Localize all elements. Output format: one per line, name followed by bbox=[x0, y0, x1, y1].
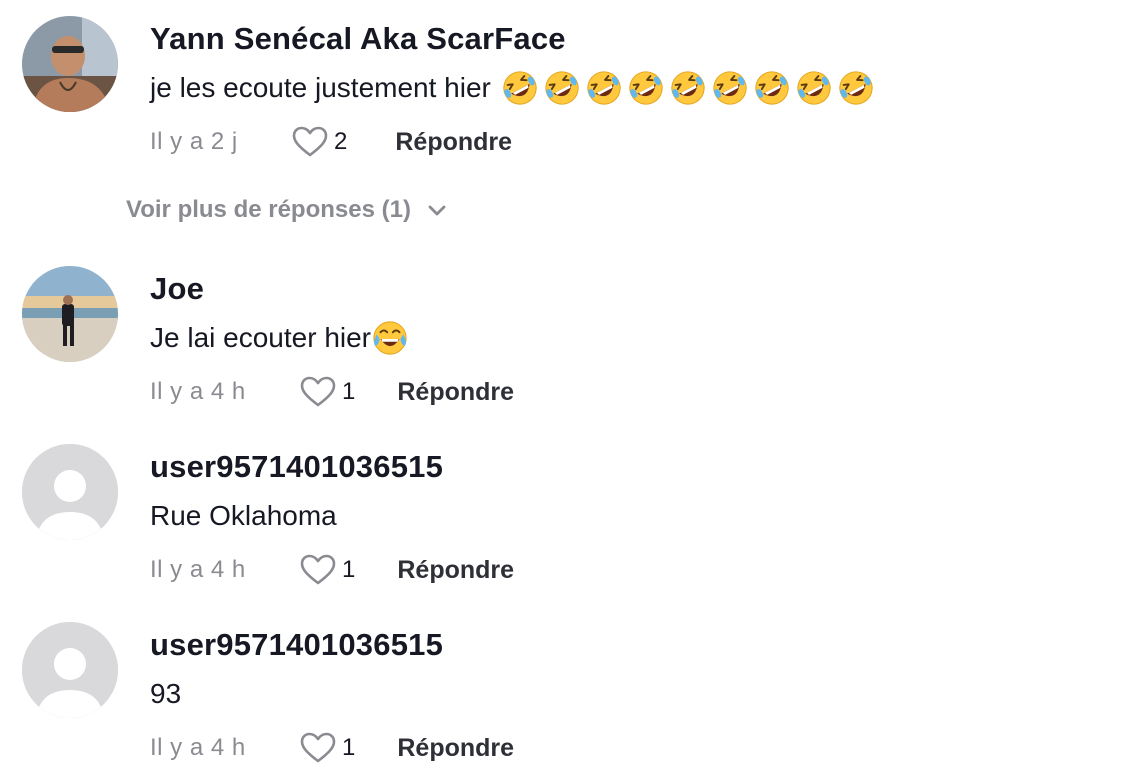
rolling-on-floor-laughing-icon bbox=[545, 71, 579, 105]
heart-icon bbox=[300, 554, 336, 585]
rolling-on-floor-laughing-icon bbox=[629, 71, 663, 105]
comment-text: je les ecoute justement hier bbox=[150, 66, 879, 110]
comment-text: Rue Oklahoma bbox=[150, 494, 337, 538]
reply-button[interactable]: Répondre bbox=[397, 556, 514, 585]
comment-username[interactable]: Yann Senécal Aka ScarFace bbox=[150, 21, 566, 57]
rolling-on-floor-laughing-icon bbox=[839, 71, 873, 105]
comment-meta: Il y a 4 h 1 Répondre bbox=[150, 372, 514, 412]
rolling-on-floor-laughing-icon bbox=[587, 71, 621, 105]
comment-time: Il y a 4 h bbox=[150, 734, 246, 761]
comment-text: Je lai ecouter hier bbox=[150, 316, 413, 360]
comment-meta: Il y a 4 h 1 Répondre bbox=[150, 728, 514, 768]
comment-text-content: 93 bbox=[150, 678, 182, 709]
heart-icon bbox=[292, 126, 328, 157]
rolling-on-floor-laughing-icon bbox=[755, 71, 789, 105]
like-button[interactable]: 2 bbox=[292, 126, 347, 158]
avatar[interactable] bbox=[22, 444, 118, 540]
reply-button[interactable]: Répondre bbox=[395, 128, 512, 157]
avatar[interactable] bbox=[22, 622, 118, 718]
comment-text-content: Rue Oklahoma bbox=[150, 500, 337, 531]
comment-meta: Il y a 2 j 2 Répondre bbox=[150, 122, 512, 162]
avatar-photo bbox=[22, 16, 118, 112]
like-button[interactable]: 1 bbox=[300, 376, 355, 408]
default-avatar-icon bbox=[22, 622, 118, 718]
comment-time: Il y a 4 h bbox=[150, 556, 246, 583]
default-avatar-icon bbox=[22, 444, 118, 540]
like-count: 2 bbox=[334, 128, 348, 155]
comment-time: Il y a 4 h bbox=[150, 378, 246, 405]
emoji-group bbox=[501, 69, 879, 107]
rolling-on-floor-laughing-icon bbox=[503, 71, 537, 105]
comment-text-content: Je lai ecouter hier bbox=[150, 322, 372, 353]
comment-text-content: je les ecoute justement hier bbox=[150, 72, 491, 103]
comment-username[interactable]: user9571401036515 bbox=[150, 449, 443, 485]
comment-time: Il y a 2 j bbox=[150, 128, 238, 155]
reply-button[interactable]: Répondre bbox=[397, 734, 514, 763]
rolling-on-floor-laughing-icon bbox=[713, 71, 747, 105]
like-count: 1 bbox=[342, 556, 356, 583]
comment-text: 93 bbox=[150, 672, 181, 716]
comment-username[interactable]: user9571401036515 bbox=[150, 627, 443, 663]
like-count: 1 bbox=[342, 734, 356, 761]
avatar-photo bbox=[22, 266, 118, 362]
comment-meta: Il y a 4 h 1 Répondre bbox=[150, 550, 514, 590]
face-with-tears-of-joy-icon bbox=[373, 321, 407, 355]
comment-username[interactable]: Joe bbox=[150, 271, 204, 307]
avatar[interactable] bbox=[22, 16, 118, 112]
rolling-on-floor-laughing-icon bbox=[797, 71, 831, 105]
emoji-group bbox=[371, 319, 413, 357]
heart-icon bbox=[300, 732, 336, 763]
chevron-down-icon bbox=[428, 205, 446, 216]
avatar[interactable] bbox=[22, 266, 118, 362]
like-count: 1 bbox=[342, 378, 356, 405]
rolling-on-floor-laughing-icon bbox=[671, 71, 705, 105]
reply-button[interactable]: Répondre bbox=[397, 378, 514, 407]
heart-icon bbox=[300, 376, 336, 407]
like-button[interactable]: 1 bbox=[300, 554, 355, 586]
like-button[interactable]: 1 bbox=[300, 732, 355, 764]
view-more-replies-button[interactable]: Voir plus de réponses (1) bbox=[126, 196, 449, 224]
view-more-replies-label: Voir plus de réponses (1) bbox=[126, 196, 411, 223]
